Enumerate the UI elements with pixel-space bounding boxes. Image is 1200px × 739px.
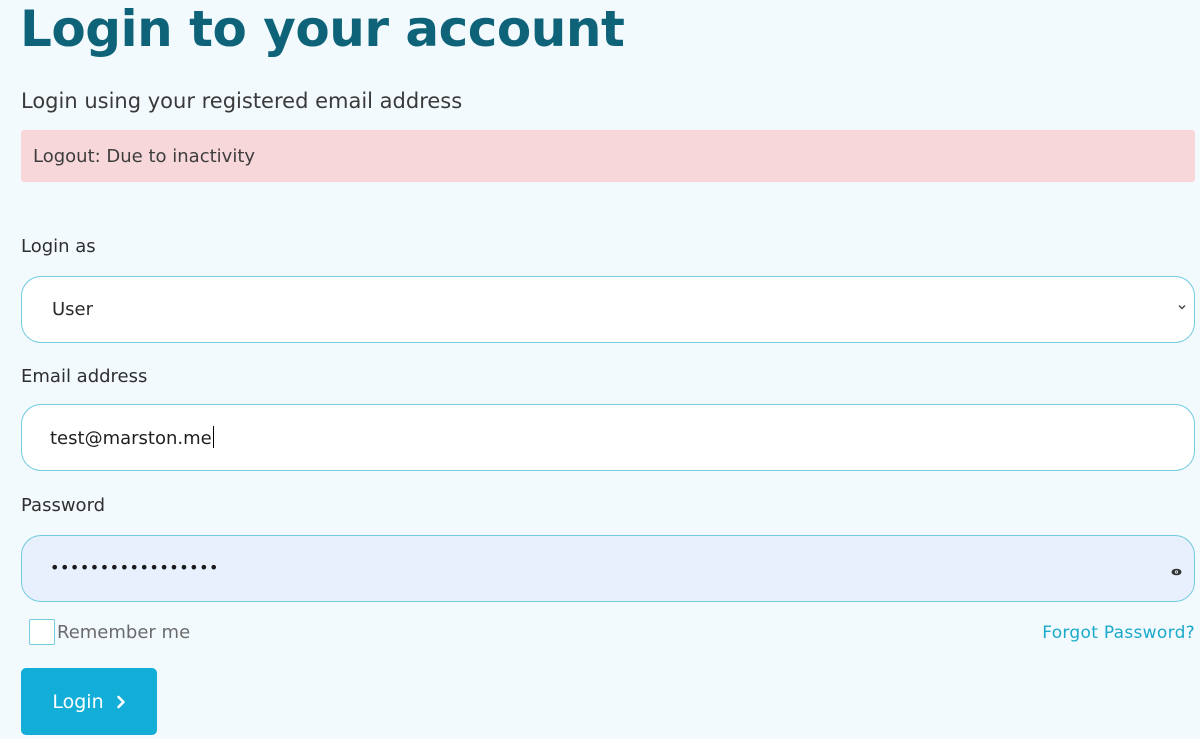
password-field[interactable]: ••••••••••••••••• [21,535,1195,602]
login-page: Login to your account Login using your r… [0,0,1200,739]
remember-me-checkbox[interactable] [29,619,55,645]
chevron-right-icon [116,695,125,708]
email-value: test@marston.me [50,426,214,449]
login-as-select[interactable]: User [21,276,1195,343]
login-button-label: Login [52,690,104,713]
login-as-label: Login as [21,236,96,257]
login-as-selected-value: User [52,299,94,320]
text-cursor [212,426,214,448]
login-button[interactable]: Login [21,668,157,735]
chevron-down-icon [1178,305,1186,310]
eye-icon[interactable] [1171,568,1182,576]
page-subtitle: Login using your registered email addres… [21,89,463,113]
password-masked-value: ••••••••••••••••• [50,558,219,577]
email-field[interactable]: test@marston.me [21,404,1195,471]
page-title: Login to your account [20,0,625,58]
remember-me-label: Remember me [57,621,191,643]
logout-alert: Logout: Due to inactivity [21,130,1195,182]
alert-message: Logout: Due to inactivity [33,145,256,167]
password-label: Password [21,495,106,516]
email-label: Email address [21,366,148,387]
forgot-password-link[interactable]: Forgot Password? [1042,623,1195,643]
remember-me: Remember me [29,619,190,645]
